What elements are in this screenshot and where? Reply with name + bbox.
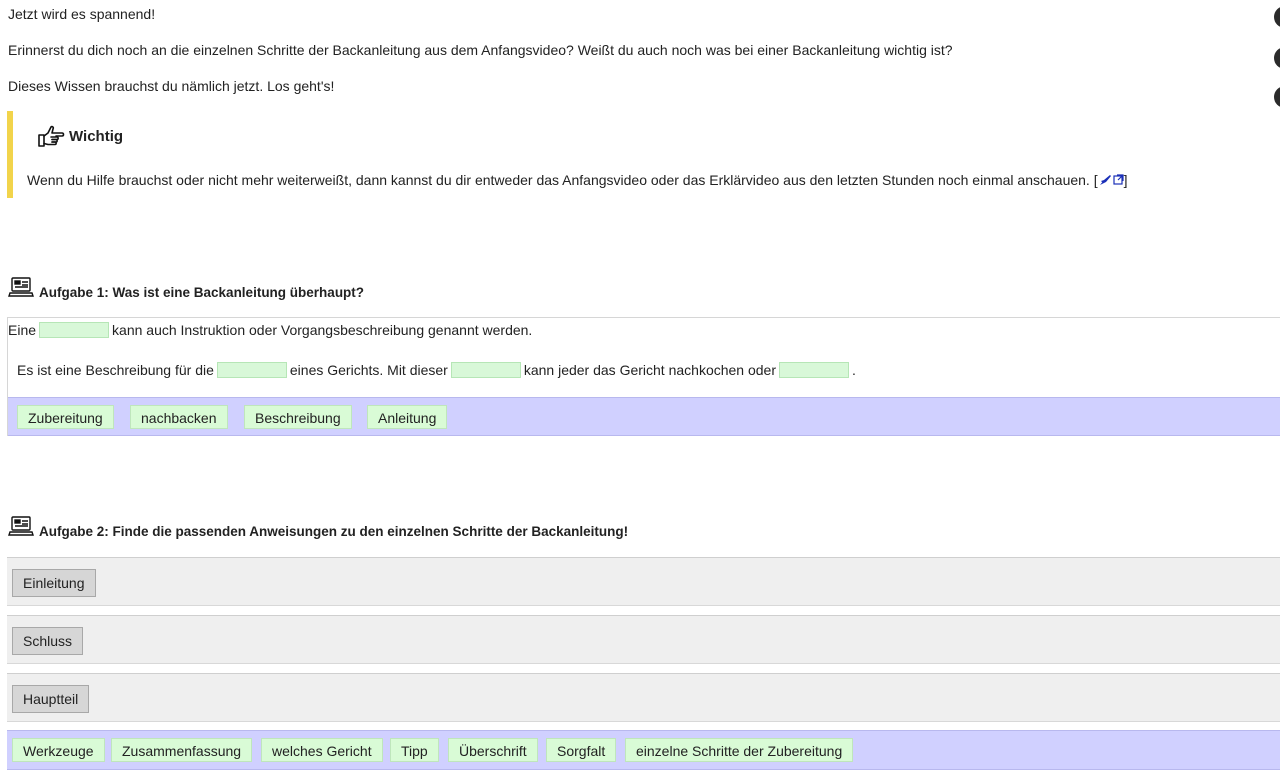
rocket-external-link-icon[interactable] xyxy=(1098,173,1124,191)
task2-heading: Aufgabe 2: Finde die passenden Anweisung… xyxy=(8,513,628,539)
task1-cloze-box: Eine kann auch Instruktion oder Vorgangs… xyxy=(7,317,1280,436)
word-chip[interactable]: Anleitung xyxy=(367,405,448,429)
word-chip[interactable]: welches Gericht xyxy=(261,738,383,762)
intro-heading: Jetzt wird es spannend! xyxy=(8,6,156,22)
blank-3[interactable] xyxy=(450,362,521,378)
task2-word-bank: Werkzeuge Zusammenfassung welches Gerich… xyxy=(7,730,1280,770)
drop-zone-einleitung[interactable]: Einleitung xyxy=(7,557,1280,606)
blank-2[interactable] xyxy=(216,362,287,378)
task1-sentence-1: Eine kann auch Instruktion oder Vorgangs… xyxy=(8,322,533,338)
blank-1[interactable] xyxy=(39,322,110,338)
word-chip[interactable]: Zusammenfassung xyxy=(111,738,253,762)
notice-text: Wenn du Hilfe brauchst oder nicht mehr w… xyxy=(27,171,1128,191)
drop-zone-hauptteil[interactable]: Hauptteil xyxy=(7,673,1280,722)
task1-title: Aufgabe 1: Was ist eine Backanleitung üb… xyxy=(39,285,365,300)
side-button-2[interactable] xyxy=(1274,47,1280,69)
pointing-hand-icon xyxy=(37,124,65,148)
task1-word-bank: Zubereitung nachbacken Beschreibung Anle… xyxy=(8,397,1280,436)
word-chip[interactable]: Überschrift xyxy=(448,738,538,762)
blank-4[interactable] xyxy=(779,362,850,378)
intro-question: Erinnerst du dich noch an die einzelnen … xyxy=(8,42,953,58)
task1-heading: Aufgabe 1: Was ist eine Backanleitung üb… xyxy=(8,274,364,300)
zone-label: Hauptteil xyxy=(12,685,90,713)
side-button-3[interactable] xyxy=(1274,86,1280,108)
word-chip[interactable]: Tipp xyxy=(390,738,439,762)
word-chip[interactable]: Zubereitung xyxy=(17,405,114,429)
word-chip[interactable]: nachbacken xyxy=(130,405,228,429)
word-chip[interactable]: Sorgfalt xyxy=(546,738,617,762)
word-chip[interactable]: Beschreibung xyxy=(244,405,352,429)
side-button-1[interactable] xyxy=(1274,6,1280,28)
intro-lets-go: Dieses Wissen brauchst du nämlich jetzt.… xyxy=(8,78,335,94)
drop-zone-schluss[interactable]: Schluss xyxy=(7,615,1280,664)
notice-title-text: Wichtig xyxy=(69,127,124,145)
notice-accent-bar xyxy=(7,111,13,198)
computer-icon xyxy=(8,276,34,300)
task2-title: Aufgabe 2: Finde die passenden Anweisung… xyxy=(39,524,629,539)
important-notice: Wichtig Wenn du Hilfe brauchst oder nich… xyxy=(7,111,1280,198)
word-chip[interactable]: einzelne Schritte der Zubereitung xyxy=(625,738,854,762)
word-chip[interactable]: Werkzeuge xyxy=(12,738,105,762)
zone-label: Einleitung xyxy=(12,569,96,597)
zone-label: Schluss xyxy=(12,627,84,655)
computer-icon xyxy=(8,515,34,539)
task1-sentence-2: Es ist eine Beschreibung für die eines G… xyxy=(17,362,856,378)
notice-title: Wichtig xyxy=(37,124,123,148)
